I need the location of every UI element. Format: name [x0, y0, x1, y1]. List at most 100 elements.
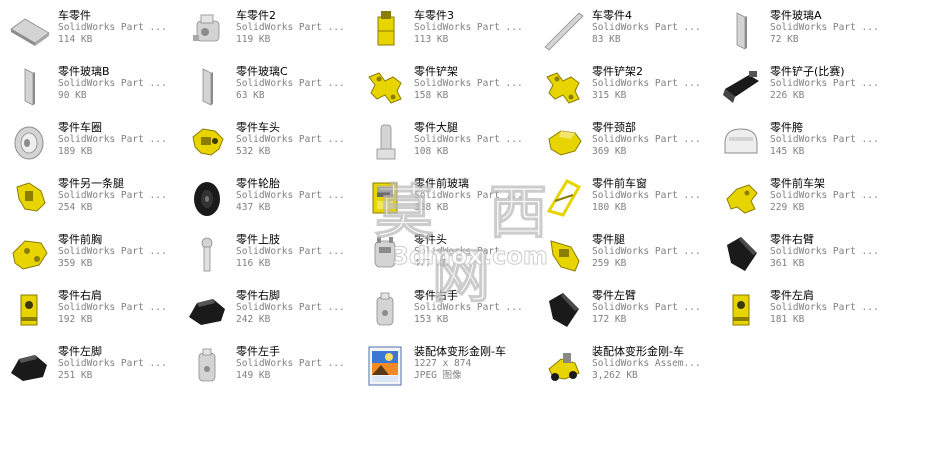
- file-size: 113 KB: [414, 34, 449, 45]
- file-item[interactable]: 车零件2 SolidWorks Part ... 119 KB: [178, 4, 356, 60]
- file-item[interactable]: 零件铲架 SolidWorks Part ... 158 KB: [356, 60, 534, 116]
- file-info: 零件大腿 SolidWorks Part ... 108 KB: [414, 121, 532, 158]
- file-info: 零件胯 SolidWorks Part ... 145 KB: [770, 121, 888, 158]
- file-item[interactable]: 零件玻璃B SolidWorks Part ... 90 KB: [0, 60, 178, 116]
- file-item[interactable]: 零件上肢 SolidWorks Part ... 116 KB: [178, 228, 356, 284]
- file-size: 149 KB: [236, 370, 271, 381]
- file-type: SolidWorks Part ...: [58, 134, 167, 145]
- gray-head-part-icon: [362, 230, 408, 276]
- file-type: SolidWorks Assem...: [592, 358, 701, 369]
- file-name: 装配体变形金刚-车: [592, 345, 684, 358]
- file-type: SolidWorks Part ...: [236, 134, 345, 145]
- file-info: 零件右肩 SolidWorks Part ... 192 KB: [58, 289, 176, 326]
- file-item[interactable]: 装配体变形金刚-车 1227 x 874 JPEG 图像: [356, 340, 534, 396]
- file-size: 226 KB: [770, 90, 805, 101]
- file-item[interactable]: 零件前玻璃 SolidWorks Part ... 338 KB: [356, 172, 534, 228]
- file-info: 零件右手 SolidWorks Part ... 153 KB: [414, 289, 532, 326]
- file-size: 229 KB: [770, 202, 805, 213]
- file-type: SolidWorks Part ...: [236, 358, 345, 369]
- file-name: 车零件2: [236, 9, 276, 22]
- file-item[interactable]: 零件右臂 SolidWorks Part ... 361 KB: [712, 228, 890, 284]
- yellow-chest-part-icon: [6, 230, 52, 276]
- gray-bracket-part-icon: [184, 6, 230, 52]
- file-item[interactable]: 零件腿 SolidWorks Part ... 259 KB: [534, 228, 712, 284]
- file-size: 532 KB: [236, 146, 271, 157]
- file-item[interactable]: 车零件4 SolidWorks Part ... 83 KB: [534, 4, 712, 60]
- file-info: 零件前玻璃 SolidWorks Part ... 338 KB: [414, 177, 532, 214]
- file-name: 零件前玻璃: [414, 177, 469, 190]
- file-size: 180 KB: [592, 202, 627, 213]
- yellow-window-part-icon: [540, 174, 586, 220]
- file-item[interactable]: 车零件 SolidWorks Part ... 114 KB: [0, 4, 178, 60]
- file-type: SolidWorks Part ...: [58, 190, 167, 201]
- file-item[interactable]: 零件车头 SolidWorks Part ... 532 KB: [178, 116, 356, 172]
- file-item[interactable]: 零件右脚 SolidWorks Part ... 242 KB: [178, 284, 356, 340]
- file-item[interactable]: 零件轮胎 SolidWorks Part ... 437 KB: [178, 172, 356, 228]
- file-info: 零件铲子(比赛) SolidWorks Part ... 226 KB: [770, 65, 888, 102]
- file-size: 172 KB: [592, 314, 627, 325]
- file-type: SolidWorks Part ...: [236, 246, 345, 257]
- file-name: 零件大腿: [414, 121, 458, 134]
- file-size: 114 KB: [58, 34, 93, 45]
- file-item[interactable]: 零件左肩 SolidWorks Part ... 181 KB: [712, 284, 890, 340]
- file-size: 181 KB: [770, 314, 805, 325]
- file-item[interactable]: 零件前车架 SolidWorks Part ... 229 KB: [712, 172, 890, 228]
- file-item[interactable]: 零件右肩 SolidWorks Part ... 192 KB: [0, 284, 178, 340]
- file-item[interactable]: 零件玻璃C SolidWorks Part ... 63 KB: [178, 60, 356, 116]
- yellow-shoulder-part-icon: [6, 286, 52, 332]
- file-info: 零件另一条腿 SolidWorks Part ... 254 KB: [58, 177, 176, 214]
- assembly-vehicle-icon: [540, 342, 586, 388]
- yellow-leg-part-icon: [6, 174, 52, 220]
- gray-plate-part-icon: [6, 6, 52, 52]
- file-item[interactable]: 零件大腿 SolidWorks Part ... 108 KB: [356, 116, 534, 172]
- yellow-leg2-part-icon: [540, 230, 586, 276]
- file-item[interactable]: 零件右手 SolidWorks Part ... 153 KB: [356, 284, 534, 340]
- file-item[interactable]: 零件铲子(比赛) SolidWorks Part ... 226 KB: [712, 60, 890, 116]
- jpeg-image-icon: [362, 342, 408, 388]
- file-type: SolidWorks Part ...: [414, 302, 523, 313]
- file-item[interactable]: 车零件3 SolidWorks Part ... 113 KB: [356, 4, 534, 60]
- file-info: 零件上肢 SolidWorks Part ... 116 KB: [236, 233, 354, 270]
- file-type: SolidWorks Part ...: [236, 22, 345, 33]
- file-info: 车零件4 SolidWorks Part ... 83 KB: [592, 9, 710, 46]
- file-item[interactable]: 零件左脚 SolidWorks Part ... 251 KB: [0, 340, 178, 396]
- gray-rim-part-icon: [6, 118, 52, 164]
- file-item[interactable]: 零件铲架2 SolidWorks Part ... 315 KB: [534, 60, 712, 116]
- file-item[interactable]: 零件左臂 SolidWorks Part ... 172 KB: [534, 284, 712, 340]
- file-type: SolidWorks Part ...: [770, 302, 879, 313]
- file-item[interactable]: 装配体变形金刚-车 SolidWorks Assem... 3,262 KB: [534, 340, 712, 396]
- file-item[interactable]: 零件胯 SolidWorks Part ... 145 KB: [712, 116, 890, 172]
- file-size: 189 KB: [58, 146, 93, 157]
- file-name: 零件右臂: [770, 233, 814, 246]
- file-type: SolidWorks Part ...: [592, 134, 701, 145]
- file-item[interactable]: 零件前胸 SolidWorks Part ... 359 KB: [0, 228, 178, 284]
- file-info: 零件前车架 SolidWorks Part ... 229 KB: [770, 177, 888, 214]
- file-type: SolidWorks Part ...: [58, 246, 167, 257]
- file-item[interactable]: 零件颈部 SolidWorks Part ... 369 KB: [534, 116, 712, 172]
- file-info: 零件头 SolidWorks Part ... 477 KB: [414, 233, 532, 270]
- file-name: 零件玻璃B: [58, 65, 110, 78]
- file-name: 零件胯: [770, 121, 803, 134]
- file-size: 83 KB: [592, 34, 621, 45]
- file-item[interactable]: 零件头 SolidWorks Part ... 477 KB: [356, 228, 534, 284]
- file-name: 零件左肩: [770, 289, 814, 302]
- file-info: 零件左脚 SolidWorks Part ... 251 KB: [58, 345, 176, 382]
- file-size: 90 KB: [58, 90, 87, 101]
- gray-rod-part-icon: [540, 6, 586, 52]
- file-name: 车零件: [58, 9, 91, 22]
- file-item[interactable]: 零件左手 SolidWorks Part ... 149 KB: [178, 340, 356, 396]
- file-size: 72 KB: [770, 34, 799, 45]
- file-info: 零件左肩 SolidWorks Part ... 181 KB: [770, 289, 888, 326]
- file-name: 零件右肩: [58, 289, 102, 302]
- file-type: SolidWorks Part ...: [414, 246, 523, 257]
- file-type: SolidWorks Part ...: [236, 78, 345, 89]
- file-type: SolidWorks Part ...: [592, 302, 701, 313]
- file-item[interactable]: 零件玻璃A SolidWorks Part ... 72 KB: [712, 4, 890, 60]
- file-info: 车零件 SolidWorks Part ... 114 KB: [58, 9, 176, 46]
- file-type: SolidWorks Part ...: [414, 134, 523, 145]
- file-info: 零件腿 SolidWorks Part ... 259 KB: [592, 233, 710, 270]
- file-item[interactable]: 零件车圈 SolidWorks Part ... 189 KB: [0, 116, 178, 172]
- file-size: 251 KB: [58, 370, 93, 381]
- file-item[interactable]: 零件前车窗 SolidWorks Part ... 180 KB: [534, 172, 712, 228]
- file-item[interactable]: 零件另一条腿 SolidWorks Part ... 254 KB: [0, 172, 178, 228]
